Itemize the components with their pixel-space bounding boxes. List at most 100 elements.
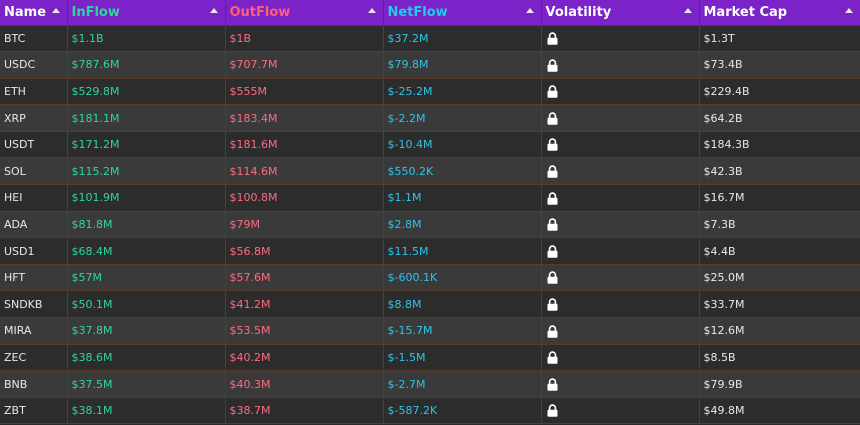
cell-market-cap: $33.7M [699,290,860,319]
table-row[interactable]: ETH $529.8M $555M $-25.2M $229.4B [0,78,860,106]
sort-asc-icon[interactable] [844,8,853,13]
table-row[interactable]: MIRA $37.8M $53.5M $-15.7M $12.6M [0,317,860,345]
lock-icon[interactable] [547,138,558,152]
cell-volatility [541,25,700,53]
cell-volatility [541,290,700,319]
cell-volatility [541,157,700,186]
column-header-volatility-label: Volatility [545,4,612,20]
header-row: Name InFlow OutFlow NetFlow Volatility M… [0,0,860,26]
cell-outflow: $38.7M [225,397,384,425]
cell-name: ZEC [0,344,68,372]
lock-icon[interactable] [547,298,558,311]
cell-name: SNDKB [0,290,68,319]
lock-icon[interactable] [547,58,558,72]
column-header-netflow-label: NetFlow [387,4,448,20]
cell-outflow: $707.7M [225,51,384,79]
cell-netflow: $8.8M [383,290,542,319]
cell-outflow: $183.4M [225,104,384,132]
cell-name: SOL [0,157,68,186]
sort-asc-icon[interactable] [367,8,376,13]
cell-outflow: $57.6M [225,264,384,292]
cell-outflow: $79M [225,211,384,239]
cell-inflow: $115.2M [67,157,226,186]
cell-market-cap: $7.3B [699,211,860,239]
column-header-name[interactable]: Name [0,0,68,26]
table-row[interactable]: USDC $787.6M $707.7M $79.8M $73.4B [0,51,860,79]
cell-volatility [541,317,700,345]
sort-asc-icon[interactable] [209,8,218,13]
cell-inflow: $81.8M [67,211,226,239]
cell-name: ADA [0,211,68,239]
cell-name: USDT [0,131,68,159]
table-row[interactable]: BNB $37.5M $40.3M $-2.7M $79.9B [0,370,860,398]
cell-inflow: $787.6M [67,51,226,79]
cell-name: MIRA [0,317,68,345]
flow-table: Name InFlow OutFlow NetFlow Volatility M… [0,0,860,425]
cell-outflow: $100.8M [225,184,384,212]
cell-outflow: $56.8M [225,237,384,265]
lock-icon[interactable] [547,351,558,364]
table-header: Name InFlow OutFlow NetFlow Volatility M… [0,0,860,26]
cell-netflow: $-587.2K [383,397,542,425]
column-header-name-label: Name [4,4,47,20]
table-row[interactable]: ZBT $38.1M $38.7M $-587.2K $49.8M [0,397,860,425]
cell-outflow: $40.2M [225,344,384,372]
cell-market-cap: $73.4B [699,51,860,79]
cell-volatility [541,211,700,239]
lock-icon[interactable] [547,218,558,232]
lock-icon[interactable] [547,165,558,178]
table-row[interactable]: BTC $1.1B $1B $37.2M $1.3T [0,25,860,53]
column-header-outflow[interactable]: OutFlow [225,0,384,26]
cell-inflow: $171.2M [67,131,226,159]
table-row[interactable]: USD1 $68.4M $56.8M $11.5M $4.4B [0,237,860,265]
lock-icon[interactable] [547,112,558,125]
cell-market-cap: $25.0M [699,264,860,292]
cell-netflow: $-15.7M [383,317,542,345]
column-header-netflow[interactable]: NetFlow [383,0,542,26]
cell-market-cap: $64.2B [699,104,860,132]
lock-icon[interactable] [547,32,558,45]
table-row[interactable]: HEI $101.9M $100.8M $1.1M $16.7M [0,184,860,212]
cell-volatility [541,51,700,79]
cell-market-cap: $49.8M [699,397,860,425]
column-header-inflow[interactable]: InFlow [67,0,226,26]
table-row[interactable]: HFT $57M $57.6M $-600.1K $25.0M [0,264,860,292]
cell-volatility [541,131,700,159]
cell-netflow: $1.1M [383,184,542,212]
cell-inflow: $37.8M [67,317,226,345]
cell-name: BNB [0,370,68,398]
table-row[interactable]: USDT $171.2M $181.6M $-10.4M $184.3B [0,131,860,159]
cell-name: USD1 [0,237,68,265]
cell-inflow: $57M [67,264,226,292]
table-row[interactable]: XRP $181.1M $183.4M $-2.2M $64.2B [0,104,860,132]
cell-netflow: $-2.7M [383,370,542,398]
lock-icon[interactable] [547,404,558,418]
column-header-market-cap[interactable]: Market Cap [699,0,860,26]
table-row[interactable]: SNDKB $50.1M $41.2M $8.8M $33.7M [0,290,860,319]
cell-outflow: $53.5M [225,317,384,345]
cell-inflow: $181.1M [67,104,226,132]
lock-icon[interactable] [547,324,558,338]
cell-market-cap: $42.3B [699,157,860,186]
sort-asc-icon[interactable] [525,8,534,13]
cell-volatility [541,370,700,398]
column-header-inflow-label: InFlow [71,4,120,20]
lock-icon[interactable] [547,271,558,285]
lock-icon[interactable] [547,245,558,258]
cell-name: ETH [0,78,68,106]
column-header-volatility[interactable]: Volatility [541,0,700,26]
sort-asc-icon[interactable] [51,8,60,13]
cell-outflow: $114.6M [225,157,384,186]
cell-inflow: $101.9M [67,184,226,212]
table-row[interactable]: ZEC $38.6M $40.2M $-1.5M $8.5B [0,344,860,372]
lock-icon[interactable] [547,378,558,391]
cell-market-cap: $184.3B [699,131,860,159]
sort-asc-icon[interactable] [683,8,692,13]
table-row[interactable]: SOL $115.2M $114.6M $550.2K $42.3B [0,157,860,186]
lock-icon[interactable] [547,191,558,205]
table-row[interactable]: ADA $81.8M $79M $2.8M $7.3B [0,211,860,239]
cell-market-cap: $229.4B [699,78,860,106]
lock-icon[interactable] [547,85,558,99]
cell-volatility [541,78,700,106]
cell-netflow: $-10.4M [383,131,542,159]
